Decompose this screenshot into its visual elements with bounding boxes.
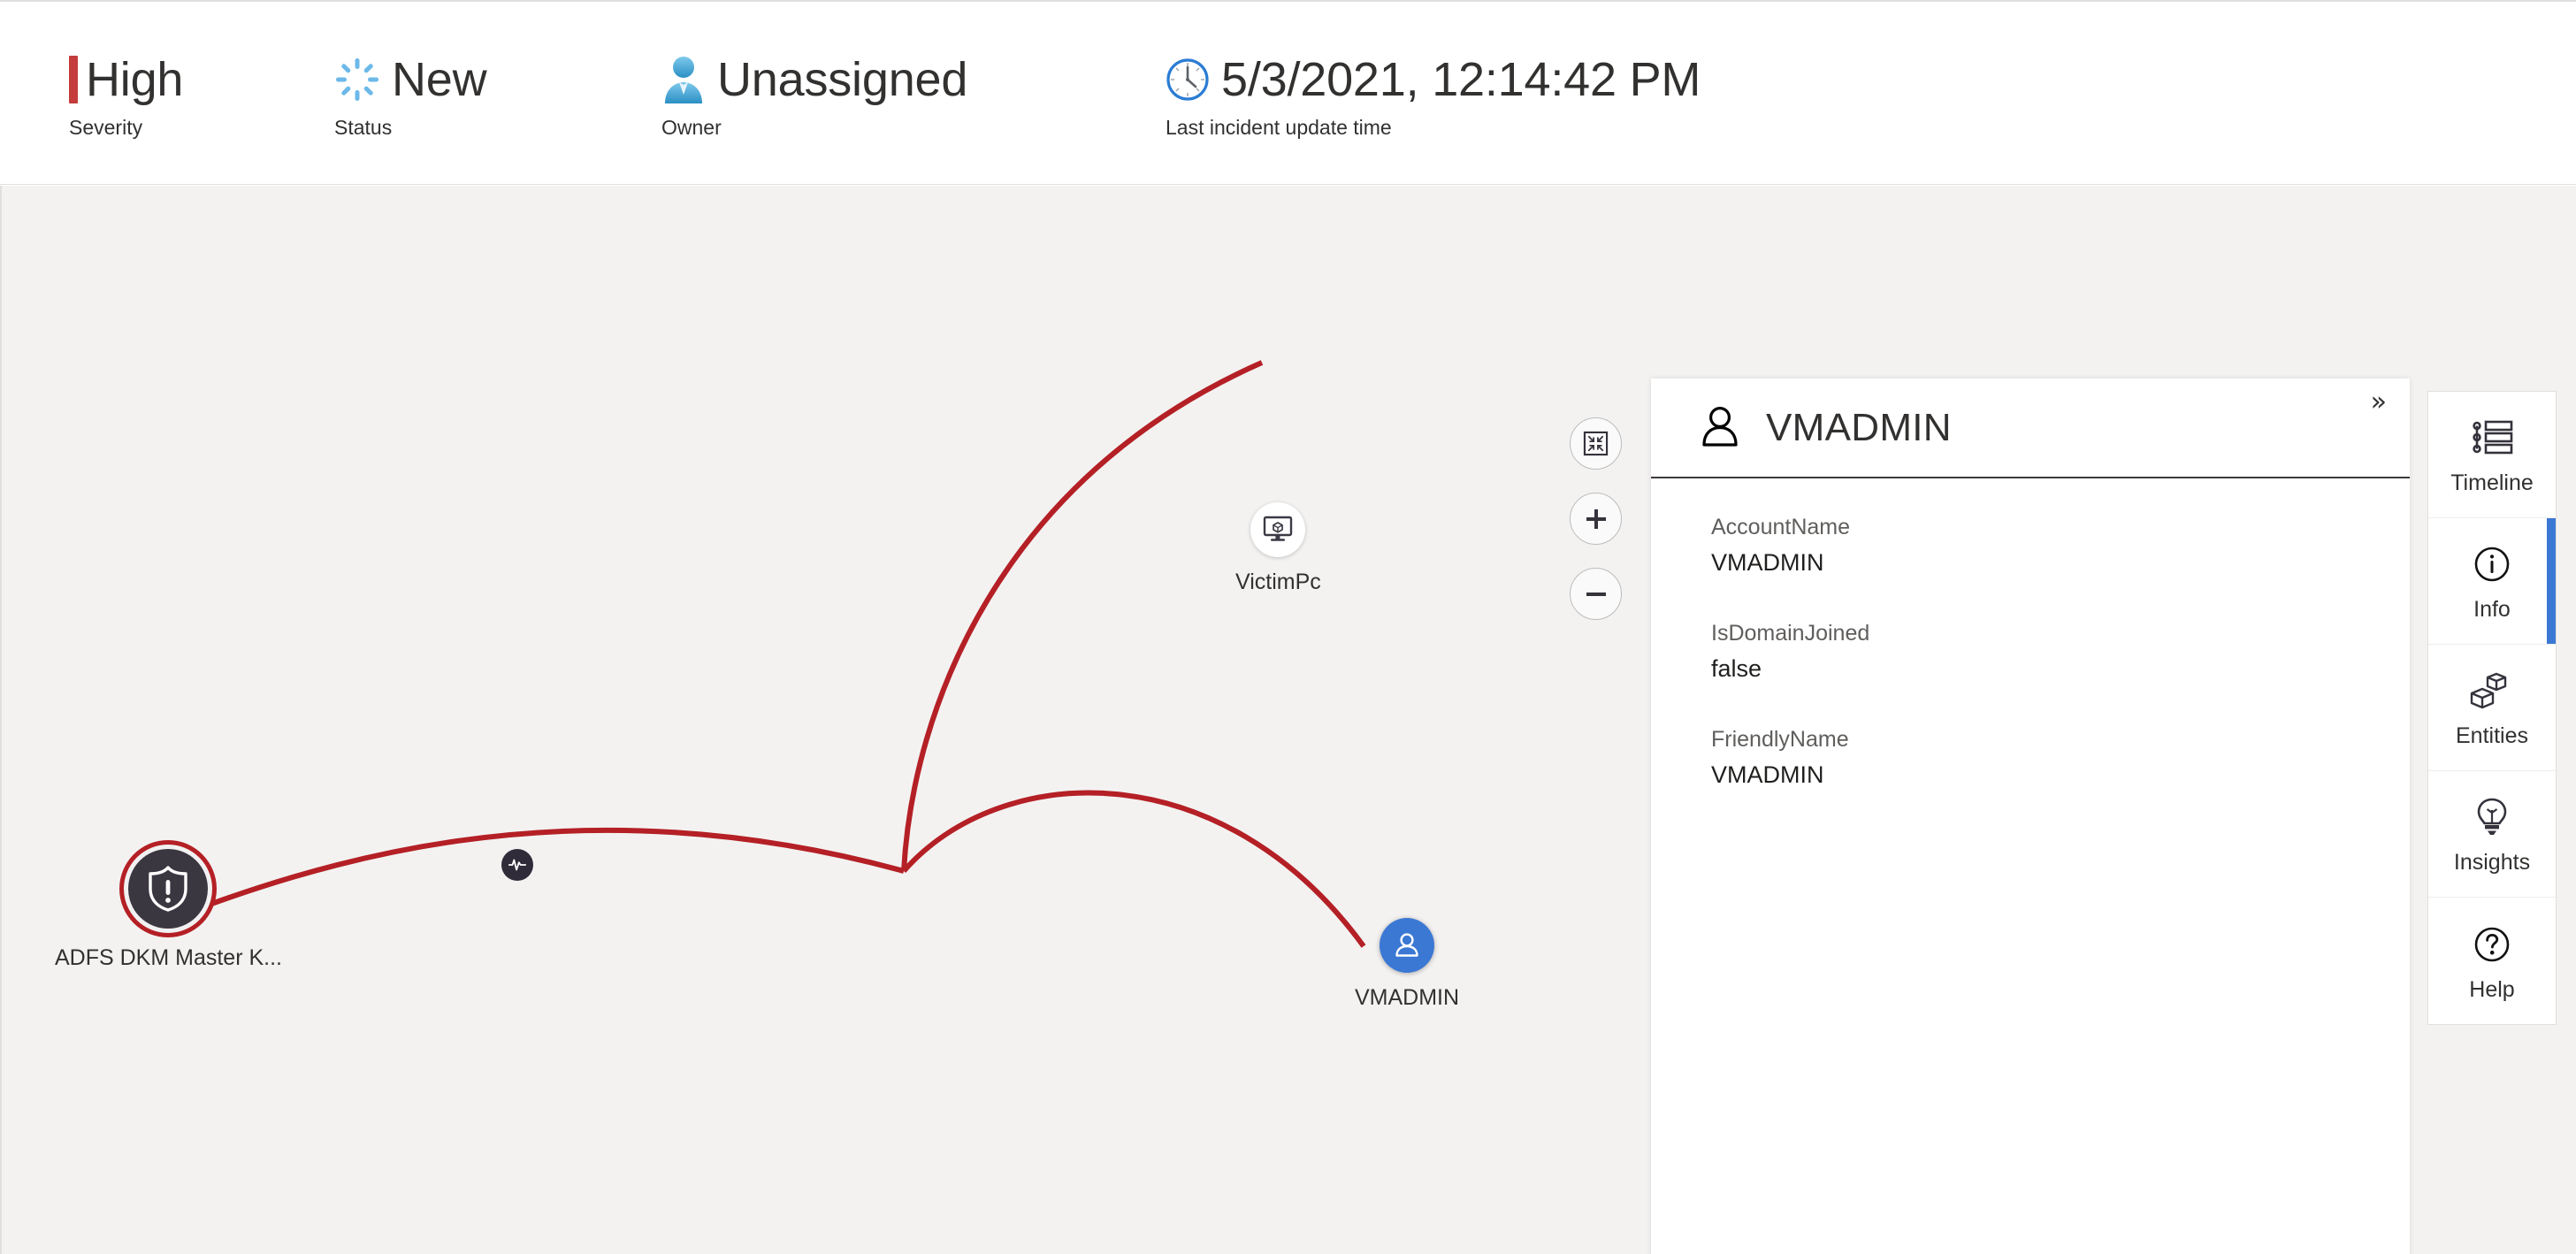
host-monitor-icon <box>1264 516 1293 541</box>
victimpc-node-circle[interactable] <box>1250 502 1306 557</box>
last-update-value: 5/3/2021, 12:14:42 PM <box>1221 53 1701 106</box>
incident-graph-page: High Severity New Status Unassigned Owne… <box>0 0 2576 1254</box>
entities-cubes-icon <box>2470 666 2514 715</box>
detail-field-value: false <box>1711 655 1762 682</box>
detail-field: FriendlyName VMADMIN <box>1711 724 2362 791</box>
panel-title: VMADMIN <box>1766 405 1952 449</box>
detail-field-value: VMADMIN <box>1711 549 1824 576</box>
severity-bar-icon <box>69 56 78 103</box>
summary-item-owner: Unassigned Owner <box>661 48 1166 140</box>
rail-item-help[interactable]: Help <box>2428 898 2556 1024</box>
graph-node-vmadmin[interactable]: VMADMIN <box>1355 918 1459 1011</box>
summary-item-last-update: 5/3/2021, 12:14:42 PM Last incident upda… <box>1166 48 1701 140</box>
panel-header: VMADMIN <box>1651 378 2410 478</box>
owner-person-icon <box>661 55 706 104</box>
account-person-icon <box>1395 933 1418 957</box>
plus-icon <box>1586 508 1606 529</box>
vmadmin-node-circle[interactable] <box>1380 918 1435 973</box>
detail-field-key: FriendlyName <box>1711 727 1849 752</box>
alert-node-circle[interactable] <box>124 845 213 933</box>
rail-item-entities[interactable]: Entities <box>2428 645 2556 771</box>
activity-pulse-icon <box>508 859 527 871</box>
entity-details-panel: » VMADMIN AccountName VMADMIN IsDomainJo… <box>1651 378 2410 1254</box>
incident-summary-header: High Severity New Status Unassigned Owne… <box>0 4 2576 185</box>
minus-icon <box>1586 592 1606 596</box>
question-circle-icon <box>2473 920 2511 969</box>
last-update-label: Last incident update time <box>1166 116 1392 139</box>
alert-node-label: ADFS DKM Master K... <box>55 945 282 970</box>
severity-value: High <box>86 53 184 106</box>
entity-graph-canvas[interactable]: ADFS DKM Master K... VictimPc VMADMIN » … <box>0 186 2576 1254</box>
lightbulb-icon <box>2473 792 2511 842</box>
owner-value: Unassigned <box>717 53 968 106</box>
status-label: Status <box>334 116 393 139</box>
rail-item-label: Timeline <box>2450 470 2534 495</box>
graph-edges <box>141 360 1366 948</box>
rail-item-label: Insights <box>2453 850 2531 875</box>
graph-node-victimpc[interactable]: VictimPc <box>1235 502 1321 595</box>
shield-alert-icon <box>149 866 188 912</box>
graph-node-alert[interactable]: ADFS DKM Master K... <box>55 845 282 971</box>
timeline-icon <box>2470 413 2514 463</box>
info-circle-icon <box>2473 539 2511 589</box>
owner-label: Owner <box>661 116 722 139</box>
severity-label: Severity <box>69 116 143 139</box>
fit-to-screen-icon <box>1583 431 1609 456</box>
detail-field-value: VMADMIN <box>1711 761 1824 788</box>
fit-to-screen-button[interactable] <box>1570 417 1622 470</box>
summary-items: High Severity New Status Unassigned Owne… <box>69 48 1701 140</box>
right-rail-nav: Timeline Info Entities Insights Help <box>2427 391 2557 1025</box>
summary-item-status: New Status <box>334 48 661 140</box>
status-new-icon <box>334 57 380 103</box>
detail-field: AccountName VMADMIN <box>1711 512 2362 579</box>
rail-item-label: Help <box>2469 976 2515 1002</box>
victimpc-node-label: VictimPc <box>1235 570 1321 594</box>
person-outline-icon <box>1702 406 1738 447</box>
detail-field-key: IsDomainJoined <box>1711 621 1870 646</box>
rail-item-insights[interactable]: Insights <box>2428 771 2556 898</box>
panel-fields: AccountName VMADMIN IsDomainJoined false… <box>1651 478 2410 1254</box>
detail-field: IsDomainJoined false <box>1711 618 2362 685</box>
edge-activity-badge[interactable] <box>501 849 533 881</box>
rail-item-info[interactable]: Info <box>2428 518 2556 645</box>
panel-collapse-button[interactable]: » <box>2371 389 2387 416</box>
detail-field-key: AccountName <box>1711 515 1851 539</box>
rail-item-label: Entities <box>2456 723 2528 748</box>
vmadmin-node-label: VMADMIN <box>1355 985 1460 1010</box>
zoom-out-button[interactable] <box>1570 568 1622 620</box>
zoom-in-button[interactable] <box>1570 493 1622 545</box>
summary-item-severity: High Severity <box>69 48 334 140</box>
clock-icon <box>1166 57 1210 102</box>
rail-item-timeline[interactable]: Timeline <box>2428 392 2556 518</box>
status-value: New <box>392 53 487 106</box>
zoom-controls <box>1570 417 1622 620</box>
rail-item-label: Info <box>2473 597 2511 622</box>
